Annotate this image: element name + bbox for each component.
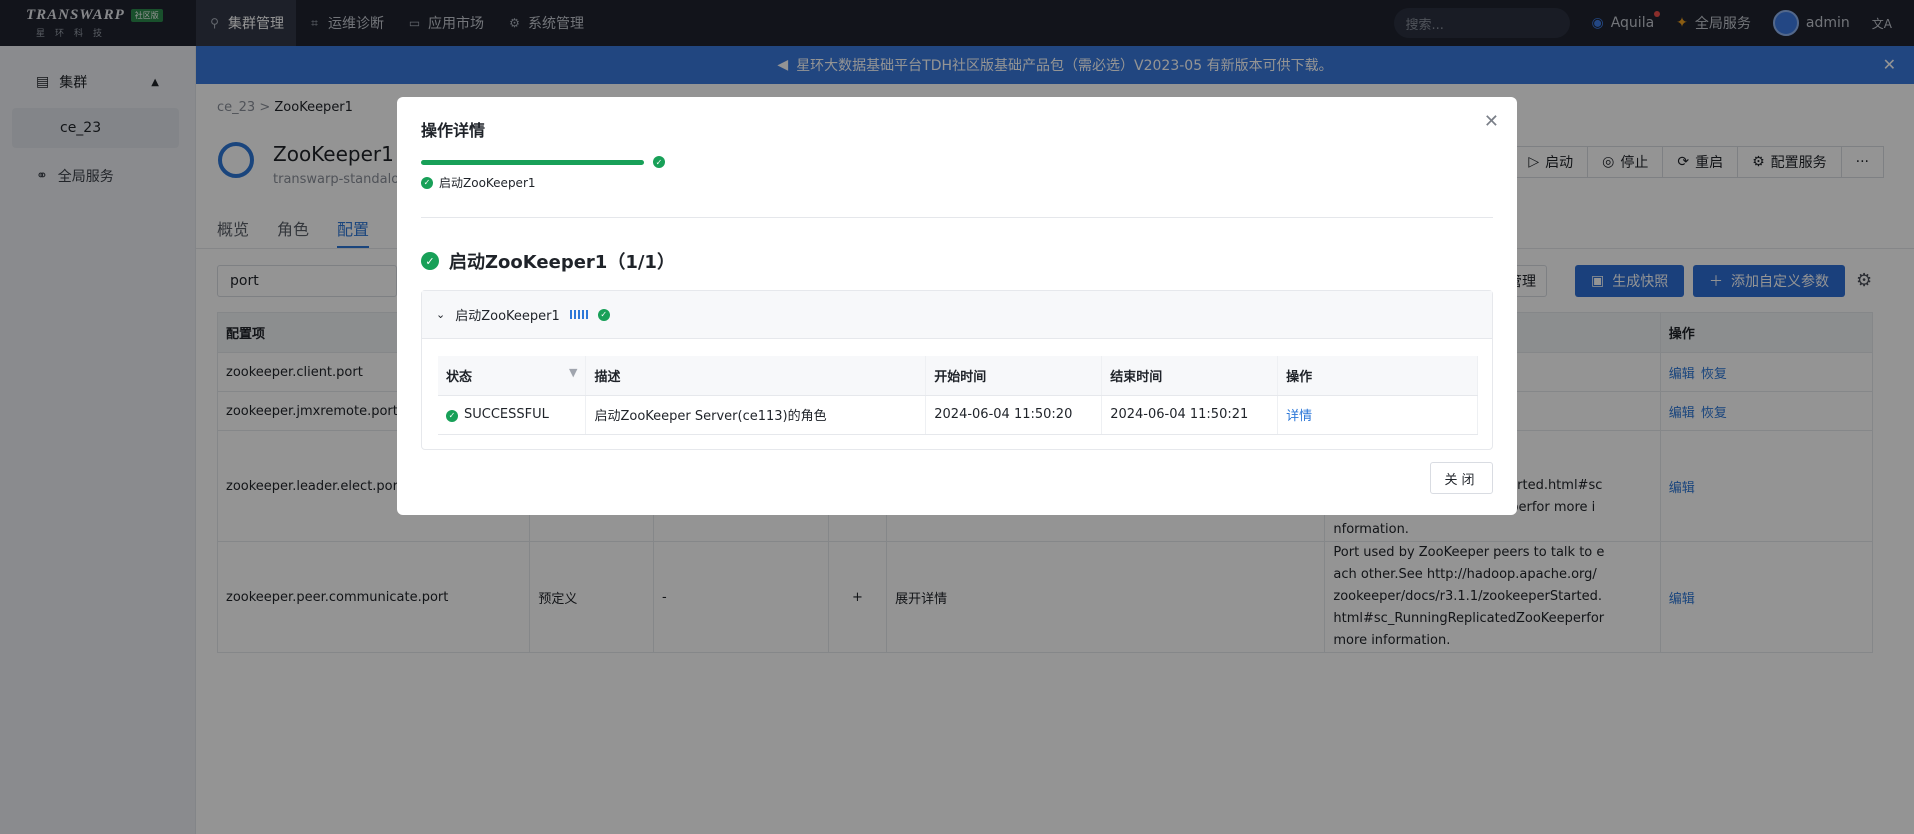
task-description: 启动ZooKeeper Server(ce113)的角色 [585, 395, 927, 435]
column-header: 结束时间 [1101, 356, 1279, 396]
section-title-text: 启动ZooKeeper1（1/1） [449, 252, 675, 273]
step-panel-header[interactable]: ⌄ 启动ZooKeeper1 ✓ [422, 291, 1492, 339]
status-text: SUCCESSFUL [464, 407, 549, 422]
header-label: 状态 [446, 369, 473, 385]
start-time: 2024-06-04 11:50:20 [925, 395, 1103, 435]
check-circle-icon: ✓ [653, 156, 665, 168]
filter-icon[interactable]: ▼ [569, 366, 577, 379]
progress-step: ✓ 启动ZooKeeper1 [421, 174, 536, 191]
column-header: 开始时间 [925, 356, 1103, 396]
progress-bar [421, 160, 644, 165]
column-header-status: 状态 ▼ [438, 356, 587, 396]
end-time: 2024-06-04 11:50:21 [1101, 395, 1279, 435]
column-header: 操作 [1277, 356, 1478, 396]
step-panel: ⌄ 启动ZooKeeper1 ✓ 状态 ▼ 描述 开始时间 结束时间 操作 ✓ SU [421, 290, 1493, 450]
progress-bars-icon [569, 310, 588, 319]
operation-cell: 详情 [1277, 395, 1478, 435]
operation-details-modal: 操作详情 ✕ ✓ ✓ 启动ZooKeeper1 ✓ 启动ZooKeeper1（1… [397, 97, 1517, 515]
status-cell: ✓ SUCCESSFUL [438, 395, 587, 435]
column-header: 描述 [585, 356, 927, 396]
details-link[interactable]: 详情 [1286, 409, 1312, 424]
divider [421, 217, 1493, 218]
task-table: 状态 ▼ 描述 开始时间 结束时间 操作 ✓ SUCCESSFUL 启动ZooKee… [438, 356, 1478, 435]
check-circle-icon: ✓ [446, 409, 458, 422]
close-icon[interactable]: ✕ [1484, 111, 1499, 132]
check-circle-icon: ✓ [421, 176, 433, 189]
close-button[interactable]: 关闭 [1430, 462, 1493, 494]
table-row: ✓ SUCCESSFUL 启动ZooKeeper Server(ce113)的角色… [438, 395, 1478, 435]
table-header-row: 状态 ▼ 描述 开始时间 结束时间 操作 [438, 356, 1478, 396]
check-circle-icon: ✓ [421, 252, 439, 270]
chevron-down-icon[interactable]: ⌄ [436, 308, 445, 321]
step-label: 启动ZooKeeper1 [439, 176, 536, 190]
panel-label: 启动ZooKeeper1 [455, 309, 560, 324]
section-title: ✓ 启动ZooKeeper1（1/1） [421, 248, 675, 274]
check-circle-icon: ✓ [597, 308, 610, 321]
modal-title: 操作详情 [421, 121, 486, 140]
